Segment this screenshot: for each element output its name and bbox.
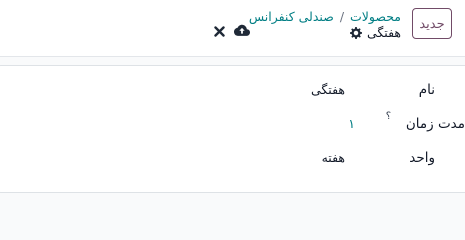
- breadcrumb: محصولات / صندلی کنفرانس: [249, 9, 401, 24]
- help-tooltip-icon[interactable]: ؟: [386, 111, 391, 122]
- cloud-upload-icon[interactable]: [234, 24, 250, 38]
- new-button[interactable]: جدید: [412, 8, 452, 39]
- duration-field[interactable]: ۱: [348, 116, 355, 131]
- record-name: هفتگی: [366, 25, 401, 40]
- gear-icon[interactable]: [349, 26, 362, 39]
- name-label: نام: [418, 82, 435, 98]
- breadcrumb-separator: /: [339, 9, 345, 24]
- duration-label: مدت زمان: [405, 116, 465, 132]
- unit-field[interactable]: هفته: [322, 150, 345, 165]
- name-field[interactable]: هفتگی: [311, 82, 345, 97]
- unit-label: واحد: [409, 150, 435, 166]
- control-panel: جدید محصولات / صندلی کنفرانس هفتگی: [0, 0, 465, 57]
- breadcrumb-item-products[interactable]: محصولات: [350, 9, 401, 24]
- form-sheet: نام هفتگی مدت زمان ؟ ۱ واحد هفته: [0, 65, 465, 193]
- close-icon[interactable]: [214, 26, 225, 37]
- breadcrumb-item-conference-chair[interactable]: صندلی کنفرانس: [249, 9, 334, 24]
- record-title-line: هفتگی: [349, 25, 401, 40]
